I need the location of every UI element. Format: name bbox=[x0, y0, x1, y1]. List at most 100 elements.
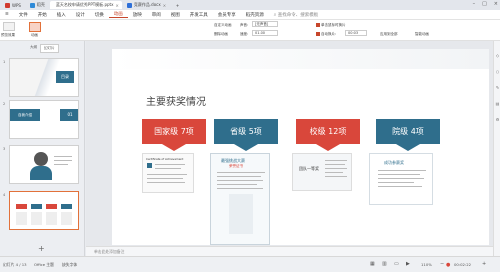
auto-switch-checkbox[interactable]: 自动换片: bbox=[316, 32, 336, 37]
close-icon[interactable]: × bbox=[163, 3, 166, 8]
doc-file-icon bbox=[126, 2, 132, 8]
tab-wps[interactable]: WPS bbox=[1, 1, 25, 9]
morph-button[interactable]: 智能动画 bbox=[415, 32, 429, 37]
slide-thumbnail-2[interactable]: 自我介绍 01 bbox=[9, 100, 79, 139]
close-window-icon[interactable]: × bbox=[494, 1, 498, 7]
tab-label: WPS bbox=[12, 2, 21, 8]
menu-design[interactable]: 设计 bbox=[71, 12, 90, 18]
wps-logo-icon bbox=[5, 2, 10, 8]
menu-file[interactable]: 文件 bbox=[14, 12, 33, 18]
view-sorter-icon[interactable]: ▥ bbox=[382, 261, 387, 267]
sound-select[interactable]: [无声音] bbox=[252, 21, 278, 27]
search-icon: ⌕ bbox=[273, 12, 277, 18]
zoom-out-icon[interactable]: − bbox=[440, 261, 444, 267]
close-icon[interactable]: × bbox=[115, 3, 118, 8]
thumb-label: 自我介绍 bbox=[10, 109, 40, 121]
window-tab-bar: WPS 稻壳 蓝天名校申请优秀PPT模板.pptx × 竞赛作品.docx × + … bbox=[0, 0, 500, 10]
zoom-level: 110% bbox=[421, 262, 432, 267]
style-icon[interactable]: ✎ bbox=[495, 85, 500, 90]
animation-style-icon[interactable] bbox=[29, 22, 41, 32]
cert-subtitle: 荣誉证书 bbox=[229, 164, 243, 168]
tab-slides[interactable]: 幻灯片 bbox=[40, 44, 59, 53]
checkbox-checked-icon bbox=[316, 23, 320, 27]
theme-name: Office 主题 bbox=[34, 262, 54, 267]
search-command[interactable]: ⌕ 查找命令、搜索模板 bbox=[269, 12, 323, 18]
menu-animation[interactable]: 动画 bbox=[108, 11, 128, 18]
record-icon[interactable]: ● bbox=[446, 262, 450, 268]
award-box-school[interactable]: 校级 12项 bbox=[296, 119, 360, 144]
auto-switch-label: 自动换片: bbox=[321, 32, 337, 36]
certificate-image-4[interactable]: 成功参赛奖 bbox=[369, 153, 433, 205]
status-bar: 幻灯片 4 / 13 Office 主题 缺失字体 ▦ ▥ ▭ ▶ 110% −… bbox=[0, 256, 500, 272]
view-normal-icon[interactable]: ▦ bbox=[370, 261, 375, 267]
preview-icon[interactable] bbox=[3, 22, 15, 31]
pointer-triangle bbox=[162, 144, 186, 151]
tab-label: 竞赛作品.docx bbox=[133, 2, 161, 7]
award-box-provincial[interactable]: 省级 5项 bbox=[214, 119, 278, 144]
slide-count: 幻灯片 4 / 13 bbox=[3, 262, 27, 267]
tab-outline[interactable]: 大纲 bbox=[27, 44, 40, 51]
missing-font-button[interactable]: 缺失字体 bbox=[62, 262, 77, 268]
animation-button[interactable]: 动画 bbox=[31, 33, 38, 38]
menu-transition[interactable]: 切换 bbox=[90, 12, 109, 18]
apply-all-button[interactable]: 应用到全部 bbox=[380, 32, 398, 37]
slide-thumbnail-1[interactable]: 目录 bbox=[9, 58, 79, 97]
slide-thumbnail-3[interactable] bbox=[9, 145, 79, 184]
thumb-label: 目录 bbox=[56, 71, 74, 83]
tab-docer[interactable]: 稻壳 bbox=[26, 1, 49, 9]
cert-title: 团队一等奖 bbox=[299, 166, 319, 171]
delete-animation-button[interactable]: 删除动画 bbox=[214, 32, 228, 37]
certificate-image-2[interactable]: 最强挑战大赛 荣誉证书 bbox=[210, 153, 270, 245]
certificate-image-3[interactable]: 团队一等奖 bbox=[292, 153, 352, 191]
notes-area[interactable]: 单击此处添加备注 bbox=[86, 246, 493, 256]
mouse-click-checkbox[interactable]: 单击鼠标时换片 bbox=[316, 23, 346, 28]
maximize-icon[interactable]: □ bbox=[482, 1, 487, 7]
pointer-triangle bbox=[234, 144, 258, 151]
menu-developer[interactable]: 开发工具 bbox=[185, 12, 213, 18]
menu-home[interactable]: 开始 bbox=[33, 12, 52, 18]
animation-toolbar: 预览效果 动画 自定义动画 删除动画 声音: [无声音] 速度: 01.00 单… bbox=[0, 20, 500, 41]
right-side-toolbar: ◇ ○ ✎ ▤ ⚙ bbox=[493, 41, 500, 256]
award-box-national[interactable]: 国家级 7项 bbox=[142, 119, 206, 144]
preview-button[interactable]: 预览效果 bbox=[1, 33, 15, 38]
zoom-in-icon[interactable]: + bbox=[482, 261, 486, 267]
menu-bar: ≡ 文件 开始 插入 设计 切换 动画 放映 审阅 视图 开发工具 会员专享 稻… bbox=[0, 10, 500, 20]
menu-docer[interactable]: 稻壳资源 bbox=[241, 12, 269, 18]
sound-label: 声音: bbox=[240, 23, 249, 27]
add-slide-icon[interactable]: + bbox=[38, 244, 45, 253]
cert-title: 成功参赛奖 bbox=[384, 160, 404, 165]
tab-label: 蓝天名校申请优秀PPT模板.pptx bbox=[55, 2, 114, 7]
layout-icon[interactable]: ▤ bbox=[495, 101, 500, 106]
slide-number: 3 bbox=[3, 147, 6, 151]
page-title[interactable]: 主要获奖情况 bbox=[146, 93, 206, 108]
auto-switch-time[interactable]: 00:03 bbox=[345, 30, 367, 36]
custom-animation-button[interactable]: 自定义动画 bbox=[214, 23, 232, 28]
docer-icon bbox=[29, 2, 35, 8]
tab-ppt-file[interactable]: 蓝天名校申请优秀PPT模板.pptx × bbox=[49, 1, 122, 9]
tab-doc-file[interactable]: 竞赛作品.docx × bbox=[123, 1, 171, 9]
menu-insert[interactable]: 插入 bbox=[52, 12, 71, 18]
certificate-image-1[interactable]: Certificate of Achievement bbox=[142, 153, 194, 193]
speed-label: 速度: bbox=[240, 32, 249, 36]
pointer-triangle bbox=[316, 144, 340, 151]
menu-view[interactable]: 视图 bbox=[166, 12, 185, 18]
minimize-icon[interactable]: – bbox=[473, 1, 476, 7]
menu-slideshow[interactable]: 放映 bbox=[128, 12, 147, 18]
hamburger-icon[interactable]: ≡ bbox=[0, 12, 14, 17]
slide-4[interactable]: 主要获奖情况 国家级 7项 省级 5项 校级 12项 院级 4项 Certifi… bbox=[112, 49, 489, 245]
award-box-college[interactable]: 院级 4项 bbox=[376, 119, 440, 144]
slide-thumbnail-4[interactable] bbox=[9, 191, 79, 230]
thumb-number: 01 bbox=[60, 109, 78, 121]
slide-number: 1 bbox=[3, 60, 6, 64]
view-reading-icon[interactable]: ▭ bbox=[394, 261, 399, 267]
new-tab-button[interactable]: + bbox=[172, 1, 183, 9]
play-icon[interactable]: ▶ bbox=[406, 261, 410, 267]
slide-number: 4 bbox=[3, 193, 6, 197]
slide-panel: 大纲 幻灯片 1 目录 2 自我介绍 01 3 4 + bbox=[0, 41, 85, 256]
select-icon[interactable]: ◇ bbox=[495, 53, 500, 58]
menu-review[interactable]: 审阅 bbox=[147, 12, 166, 18]
shape-icon[interactable]: ○ bbox=[495, 69, 500, 74]
menu-member[interactable]: 会员专享 bbox=[213, 12, 241, 18]
speed-input[interactable]: 01.00 bbox=[252, 30, 278, 36]
settings-icon[interactable]: ⚙ bbox=[495, 117, 500, 122]
